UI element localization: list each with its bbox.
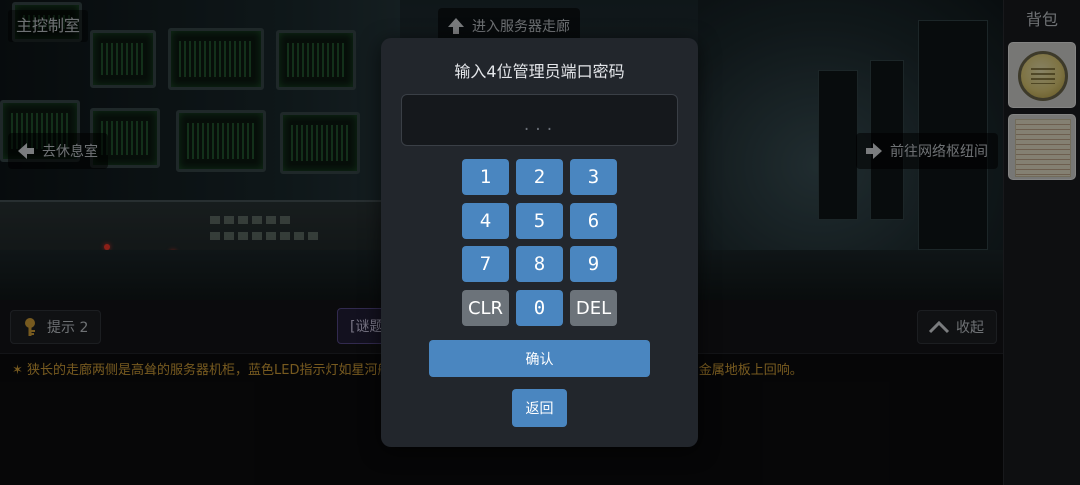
- password-keypad-dialog: 输入4位管理员端口密码 ... 1 2 3 4 5 6 7 8 9 CLR 0 …: [381, 38, 698, 447]
- keypad-key-6[interactable]: 6: [570, 203, 617, 239]
- keypad-key-4[interactable]: 4: [462, 203, 509, 239]
- code-display: ...: [401, 94, 678, 146]
- game-stage: 主控制室 进入服务器走廊 去休息室 前往网络枢纽间 背包 提示 2 [谜题 收起…: [0, 0, 1080, 485]
- keypad-key-7[interactable]: 7: [462, 246, 509, 282]
- dialog-title: 输入4位管理员端口密码: [454, 62, 625, 81]
- keypad-key-5[interactable]: 5: [516, 203, 563, 239]
- keypad-clear-button[interactable]: CLR: [462, 290, 509, 326]
- back-button[interactable]: 返回: [512, 389, 567, 427]
- keypad-key-9[interactable]: 9: [570, 246, 617, 282]
- keypad-key-3[interactable]: 3: [570, 159, 617, 195]
- keypad-key-0[interactable]: 0: [516, 290, 563, 326]
- confirm-button[interactable]: 确认: [429, 340, 650, 377]
- keypad-key-1[interactable]: 1: [462, 159, 509, 195]
- keypad-key-2[interactable]: 2: [516, 159, 563, 195]
- keypad-key-8[interactable]: 8: [516, 246, 563, 282]
- keypad-delete-button[interactable]: DEL: [570, 290, 617, 326]
